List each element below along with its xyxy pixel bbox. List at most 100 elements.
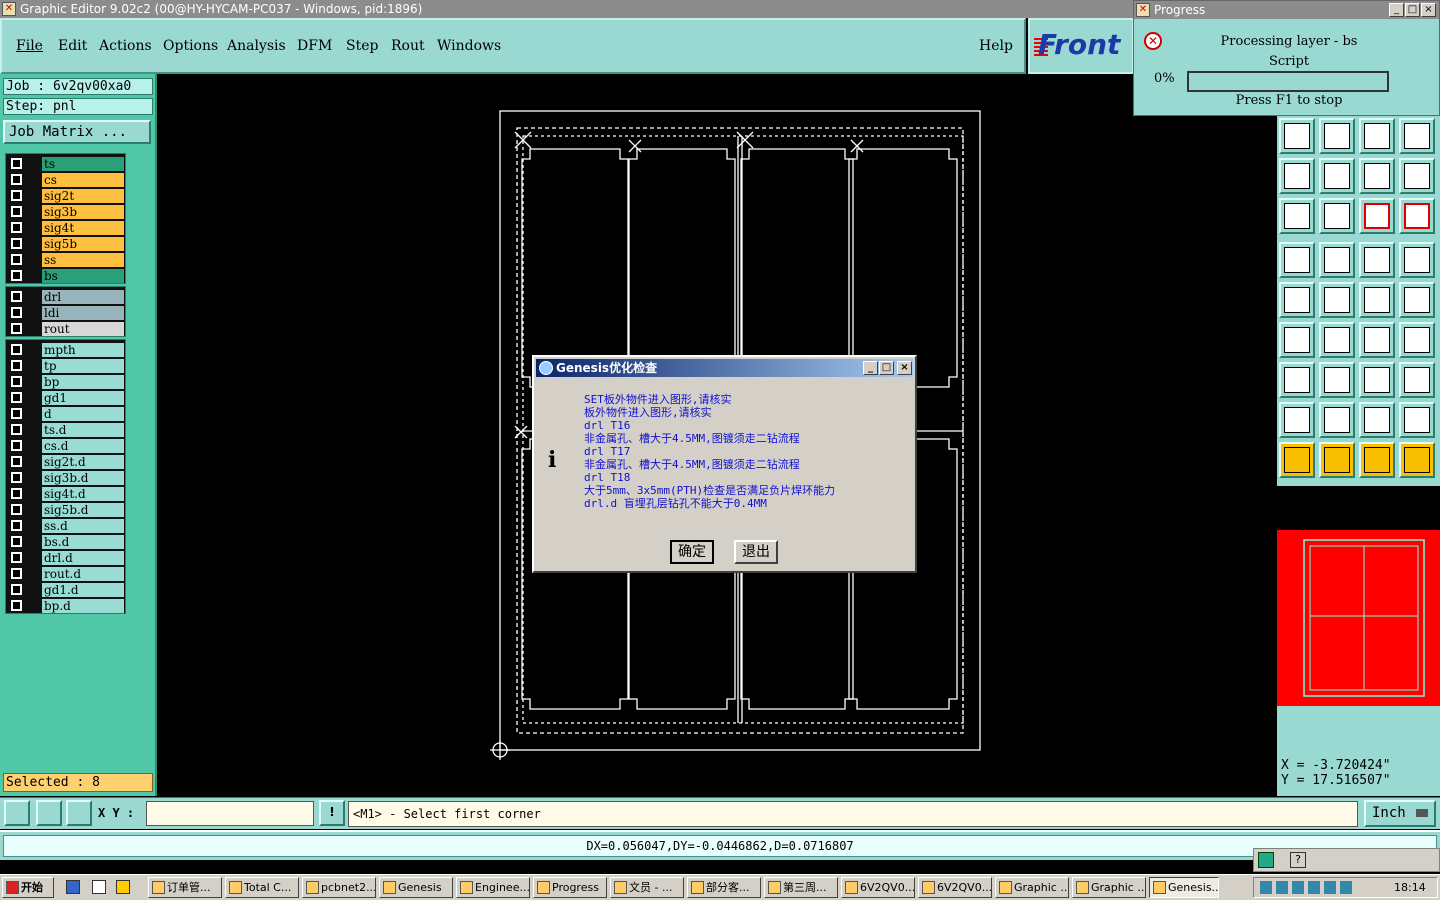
layer-checkbox[interactable] [11,584,22,595]
layer-checkbox[interactable] [11,190,22,201]
menu-dfm[interactable]: DFM [297,38,332,54]
tri-b-tool[interactable] [1359,402,1395,438]
layer-name[interactable]: gd1 [42,391,124,405]
step-tool[interactable] [1319,118,1355,154]
tray-icons[interactable] [1260,881,1356,894]
layer-checkbox[interactable] [11,344,22,355]
taskbar-task[interactable]: 订单管... [148,877,222,898]
snap-center-tool[interactable] [1279,362,1315,398]
layer-row[interactable]: sig2t.d [6,454,125,470]
select-3-tool[interactable] [1359,442,1395,478]
start-button[interactable]: 开始 [2,877,54,898]
layer-checkbox[interactable] [11,472,22,483]
layer-row[interactable]: gd1 [6,390,125,406]
layer-checkbox[interactable] [11,206,22,217]
ruler-tool[interactable] [1359,242,1395,278]
move-tool[interactable] [1319,242,1355,278]
measure-icon[interactable] [36,800,62,826]
maximize-button[interactable]: □ [1405,3,1420,17]
layer-checkbox[interactable] [11,174,22,185]
quicklaunch-ie-icon[interactable] [66,880,80,894]
layer-row[interactable]: d [6,406,125,422]
quicklaunch-desktop-icon[interactable] [92,880,106,894]
layer-name[interactable]: rout.d [42,567,124,581]
layer-row[interactable]: sig5b.d [6,502,125,518]
layer-row[interactable]: ts.d [6,422,125,438]
taskbar-task[interactable]: 部分客... [687,877,761,898]
select-net-tool[interactable] [1399,442,1435,478]
alert-icon[interactable]: ! [319,800,345,826]
layer-checkbox[interactable] [11,222,22,233]
snap-tool[interactable] [1359,118,1395,154]
layer-name[interactable]: sig3b.d [42,471,124,485]
layer-row[interactable]: gd1.d [6,582,125,598]
layer-name[interactable]: drl.d [42,551,124,565]
minimize-button[interactable]: _ [1389,3,1404,17]
taskbar-task[interactable]: Genesis [379,877,453,898]
layer-checkbox[interactable] [11,323,22,334]
line-mid-tool[interactable] [1319,362,1355,398]
layer-checkbox[interactable] [11,376,22,387]
stop-icon[interactable]: ✕ [1144,32,1162,50]
layer-name[interactable]: sig2t.d [42,455,124,469]
layer-checkbox[interactable] [11,488,22,499]
layer-name[interactable]: ts.d [42,423,124,437]
taskbar-task[interactable]: 6V2QV0... [841,877,915,898]
layer-checkbox[interactable] [11,307,22,318]
layer-row[interactable]: drl [6,289,125,305]
layer-row[interactable]: cs.d [6,438,125,454]
layer-row[interactable]: sig5b [6,236,125,252]
layer-checkbox[interactable] [11,291,22,302]
layer-row[interactable]: ss [6,252,125,268]
layer-row[interactable]: ts [6,156,125,172]
xy-input[interactable] [146,801,314,826]
measure-pt-tool[interactable] [1359,282,1395,318]
angle-tool[interactable] [1279,322,1315,358]
layer-row[interactable]: bp [6,374,125,390]
dialog-minimize-button[interactable]: _ [863,361,878,375]
layer-checkbox[interactable] [11,360,22,371]
mirror-tool[interactable] [1399,322,1435,358]
menu-edit[interactable]: Edit [58,38,87,54]
exit-button[interactable]: 退出 [734,540,778,564]
layer-name[interactable]: sig2t [42,189,124,203]
layer-checkbox[interactable] [11,392,22,403]
layer-checkbox[interactable] [11,440,22,451]
layer-name[interactable]: gd1.d [42,583,124,597]
net-highlight-tool[interactable] [1399,198,1435,234]
layer-row[interactable]: drl.d [6,550,125,566]
layer-row[interactable]: sig3b [6,204,125,220]
layer-name[interactable]: ss [42,253,124,267]
measure-dist-tool[interactable] [1399,282,1435,318]
layer-row[interactable]: tp [6,358,125,374]
select-2-tool[interactable] [1319,442,1355,478]
layer-name[interactable]: bp [42,375,124,389]
layer-checkbox[interactable] [11,456,22,467]
layer-row[interactable]: rout.d [6,566,125,582]
quicklaunch-app-icon[interactable] [116,880,130,894]
dialog-close-button[interactable]: × [897,361,912,375]
menu-file[interactable]: File [16,38,43,54]
layer-name[interactable]: bs [42,269,124,283]
layer-name[interactable]: sig4t.d [42,487,124,501]
layer-checkbox[interactable] [11,568,22,579]
layer-checkbox[interactable] [11,520,22,531]
taskbar-task[interactable]: Genesis... [1149,877,1219,898]
layer-checkbox[interactable] [11,254,22,265]
arc-tool[interactable] [1359,322,1395,358]
dialog-maximize-button[interactable]: □ [879,361,894,375]
group-tool[interactable] [1399,362,1435,398]
layer-checkbox[interactable] [11,600,22,611]
taskbar-task[interactable]: Total C... [225,877,299,898]
layer-name[interactable]: bp.d [42,599,124,613]
grid-icon[interactable] [66,800,92,826]
layer-row[interactable]: bp.d [6,598,125,614]
layer-name[interactable]: ldi [42,306,124,320]
zoom-home-tool[interactable] [1319,158,1355,194]
tri-up-tool[interactable] [1279,402,1315,438]
layer-name[interactable]: cs [42,173,124,187]
layer-row[interactable]: rout [6,321,125,337]
units-selector[interactable]: Inch [1364,800,1436,827]
zoom-1to2-tool[interactable] [1359,158,1395,194]
taskbar-task[interactable]: 文员 - ... [610,877,684,898]
